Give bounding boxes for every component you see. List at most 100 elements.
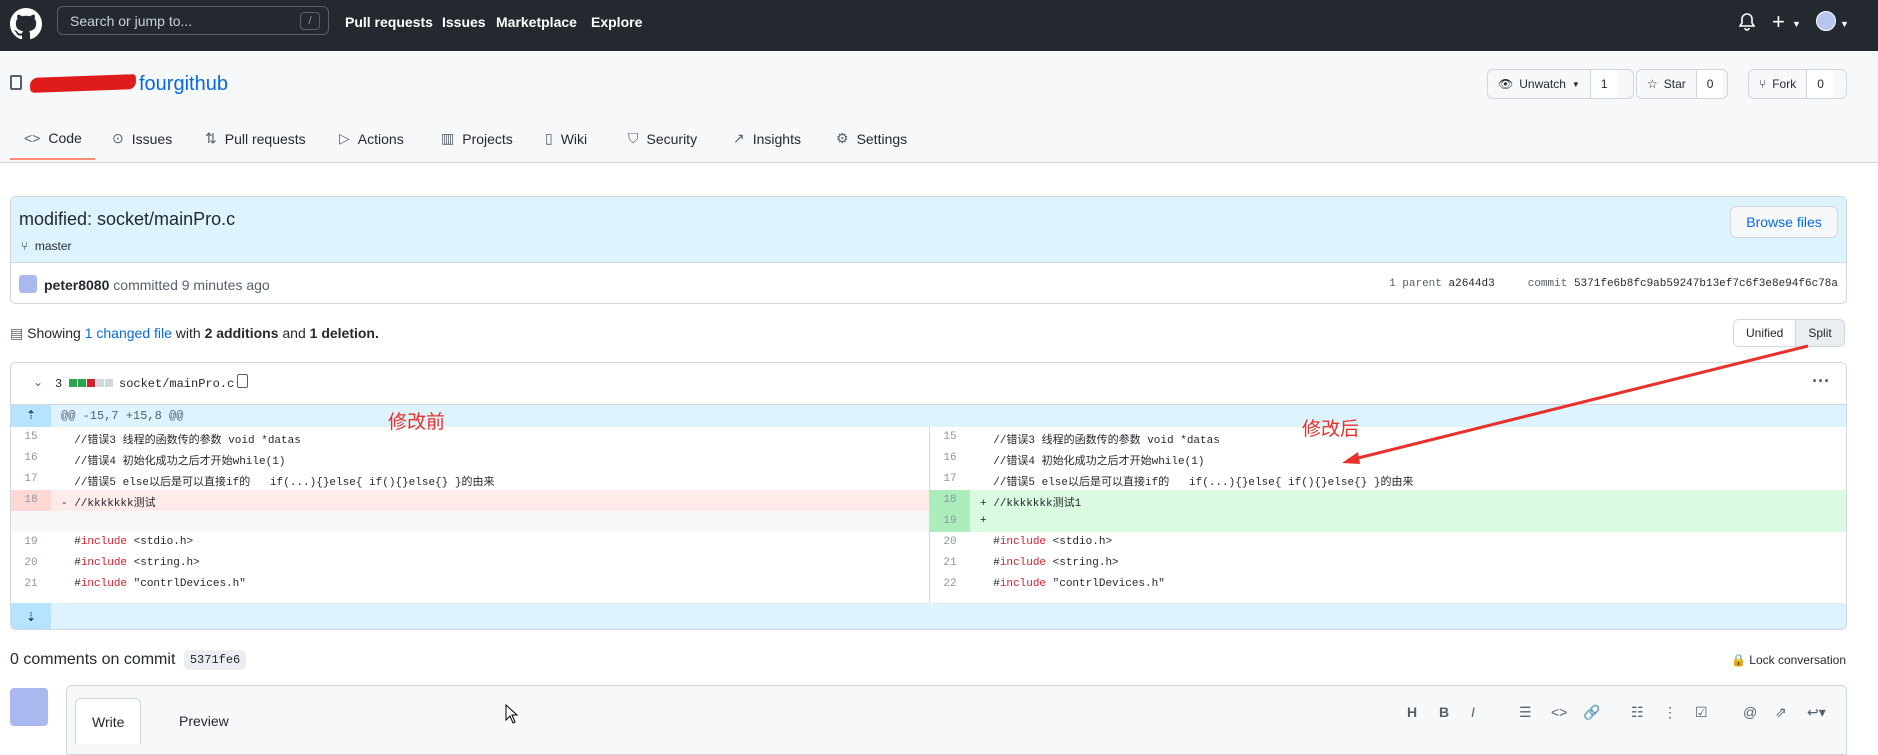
commenter-avatar [10,688,48,726]
author-avatar[interactable] [19,275,37,293]
branch-label: ⑂ master [21,239,72,253]
diff-line-right: 20 #include <stdio.h> [11,532,1846,553]
diff-line-right: 21 #include <string.h> [11,553,1846,574]
file-name[interactable]: socket/mainPro.c [119,377,234,391]
repo-name[interactable]: fourgithub [139,73,228,96]
collapse-chevron-icon[interactable]: ⌄ [33,375,43,390]
write-tab[interactable]: Write [75,698,142,744]
eye-icon: 👁 [1498,77,1514,91]
line-number[interactable]: 22 [930,578,970,590]
fork-button[interactable]: ⑂ Fork 0 [1748,69,1847,99]
nav-explore[interactable]: Explore [591,14,642,30]
plus-caret-icon[interactable]: ▼ [1792,19,1801,29]
bold-icon[interactable]: B [1439,704,1449,720]
issue-icon: ⊙ [112,130,124,146]
numbered-list-icon[interactable]: ⋮ [1663,704,1677,721]
commit-author[interactable]: peter8080 [44,277,109,293]
tab-security[interactable]: ⛉ Security [628,130,697,147]
line-number[interactable]: 20 [930,536,970,548]
file-diff: ⌄ 3 socket/mainPro.c ··· ⇡ @@ -15,7 +15,… [10,362,1847,630]
diffstat-add [78,379,86,387]
tab-issues[interactable]: ⊙ Issues [112,130,172,147]
expand-up-icon[interactable]: ⇡ [11,405,51,427]
diff-line-right: 17 //错误5 else以后是可以直接if的 if(...){}else{ i… [11,469,1846,490]
shield-icon: ⛉ [628,130,639,146]
tab-projects[interactable]: ▥ Projects [441,130,513,147]
fork-icon: ⑂ [1759,77,1767,91]
repo-icon [10,75,22,90]
heading-icon[interactable]: H [1407,704,1417,720]
line-number[interactable]: 19 [930,515,970,527]
line-number[interactable]: 21 [930,557,970,569]
line-number[interactable]: 18 [930,494,970,506]
italic-icon[interactable]: I [1471,704,1475,720]
tab-code[interactable]: <> Code [24,130,82,146]
summary-mid: with [175,325,201,341]
project-icon: ▥ [441,130,455,146]
browse-files-button[interactable]: Browse files [1730,206,1838,238]
github-logo-icon[interactable] [10,8,42,40]
bell-icon[interactable] [1739,13,1755,31]
hunk-header: ⇡ @@ -15,7 +15,8 @@ [11,405,1846,427]
global-header: Search or jump to... / Pull requests Iss… [0,0,1878,51]
book-icon: ▯ [545,130,553,146]
nav-marketplace[interactable]: Marketplace [496,14,577,30]
line-number[interactable]: 17 [930,473,970,485]
user-avatar[interactable] [1816,11,1836,31]
lock-conversation-button[interactable]: 🔒 Lock conversation [1731,653,1846,667]
line-number[interactable]: 16 [930,452,970,464]
plus-icon[interactable]: + [1772,9,1785,35]
star-button[interactable]: ☆ Star 0 [1636,69,1728,99]
unwatch-button[interactable]: 👁 Unwatch ▼ 1 [1487,69,1634,99]
tab-settings-label: Settings [856,130,908,147]
bullet-list-icon[interactable]: ☷ [1631,704,1644,721]
lock-icon: 🔒 [1730,653,1746,667]
diffstat-neutral [105,379,113,387]
tab-actions[interactable]: ▷ Actions [339,130,404,147]
parent-sha[interactable]: a2644d3 [1449,278,1495,290]
task-list-icon[interactable]: ☑ [1695,704,1708,721]
tab-security-label: Security [646,130,698,147]
diff-line-right: 16 //错误4 初始化成功之后才开始while(1) [11,448,1846,469]
play-icon: ▷ [339,130,350,146]
keyword: include [999,557,1047,569]
copy-path-icon[interactable] [237,374,248,388]
search-input[interactable]: Search or jump to... / [57,6,329,35]
commit-author-line: peter8080 committed 9 minutes ago [44,277,270,293]
search-placeholder: Search or jump to... [70,13,193,29]
tab-settings[interactable]: ⚙ Settings [836,130,907,147]
comments-heading: 0 comments on commit 5371fe6 [10,650,247,670]
mention-icon[interactable]: @ [1743,704,1757,720]
link-icon[interactable]: 🔗 [1583,704,1600,721]
tab-insights[interactable]: ↗ Insights [733,130,801,147]
code-icon[interactable]: <> [1551,704,1567,720]
split-button[interactable]: Split [1795,320,1844,346]
branch-name[interactable]: master [35,239,72,253]
deletions-count: 1 deletion. [309,325,379,341]
tab-projects-label: Projects [462,130,513,147]
unified-button[interactable]: Unified [1734,320,1796,346]
diff-line-right-added: 19 + [11,511,1846,532]
more-options-icon[interactable]: ··· [1812,371,1830,392]
branch-icon: ⑂ [21,239,29,253]
expand-down-icon[interactable]: ⇣ [11,603,51,629]
tab-actions-label: Actions [357,130,404,147]
line-number[interactable]: 15 [930,431,970,443]
diffstat-neutral [96,379,104,387]
avatar-caret-icon[interactable]: ▼ [1840,19,1849,29]
tab-pull-requests[interactable]: ⇅ Pull requests [205,130,306,147]
file-diff-icon: ▤ [10,325,24,341]
reply-icon[interactable]: ↩▾ [1807,704,1826,721]
tab-insights-label: Insights [752,130,801,147]
nav-pull-requests[interactable]: Pull requests [345,14,433,30]
tab-wiki-label: Wiki [560,130,588,147]
changed-files-link[interactable]: 1 changed file [85,325,172,341]
gear-icon: ⚙ [836,130,849,146]
diff-line-right: 15 //错误3 线程的函数传的参数 void *datas [11,427,1846,448]
file-changes-count: 3 [55,377,63,391]
reference-icon[interactable]: ⇗ [1775,704,1787,721]
quote-icon[interactable]: ☰ [1519,704,1532,721]
nav-issues[interactable]: Issues [442,14,486,30]
preview-tab[interactable]: Preview [163,698,245,744]
tab-wiki[interactable]: ▯ Wiki [545,130,587,147]
